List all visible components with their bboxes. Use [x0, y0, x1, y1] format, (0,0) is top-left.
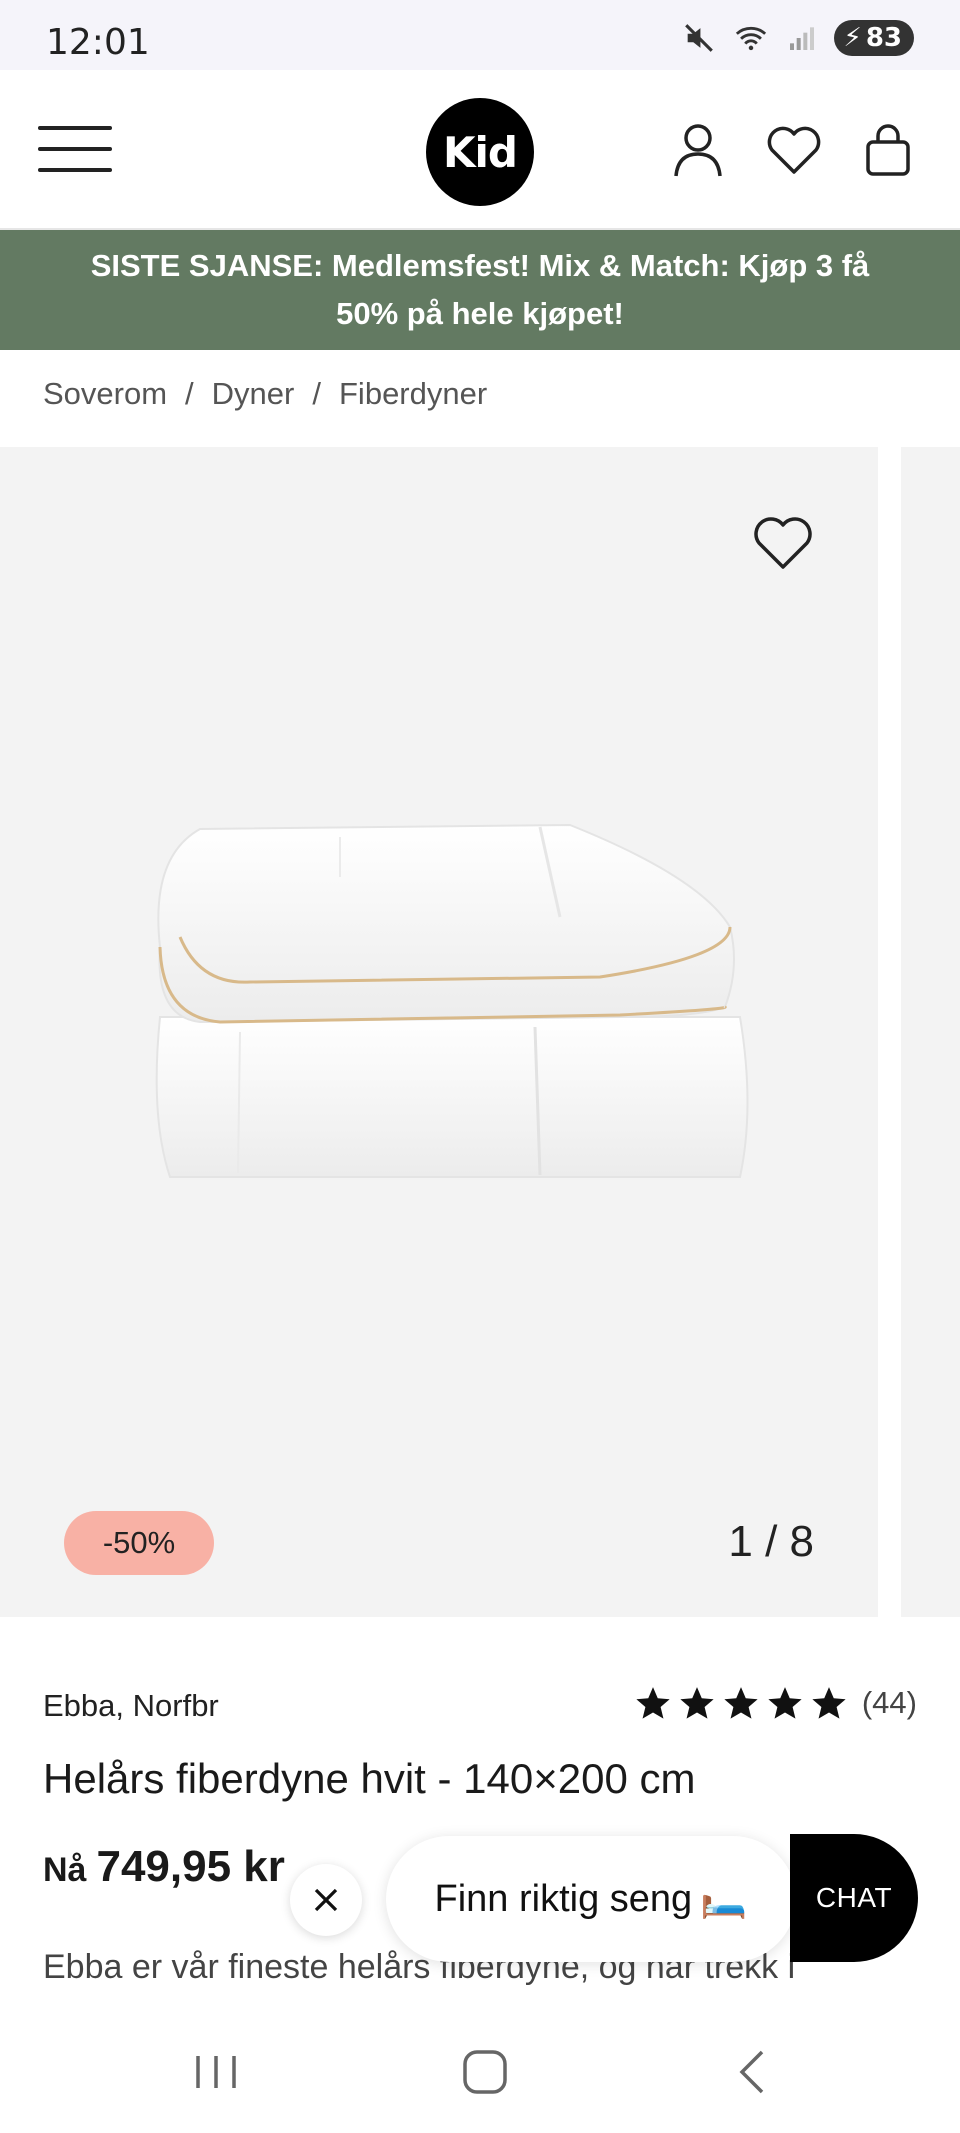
site-header: Kid [0, 70, 960, 230]
review-count: (44) [861, 1685, 917, 1720]
next-image-peek[interactable] [901, 447, 960, 1617]
breadcrumb-item[interactable]: Dyner [212, 376, 295, 412]
product-price: Nå 749,95 kr [43, 1842, 295, 1892]
logo[interactable]: Kid [426, 98, 534, 206]
bed-icon: 🛏️ [700, 1878, 748, 1920]
product-brand[interactable]: Ebba, Norfbr [43, 1688, 219, 1724]
star-icon [812, 1687, 846, 1719]
breadcrumb-item[interactable]: Fiberdyner [339, 376, 487, 412]
product-image [155, 823, 749, 1178]
star-icon [768, 1687, 802, 1719]
home-icon[interactable] [455, 2042, 515, 2102]
menu-icon-line [38, 147, 112, 151]
chat-prompt[interactable]: Finn riktig seng 🛏️ [386, 1836, 796, 1962]
breadcrumb-separator: / [312, 376, 321, 411]
bag-icon[interactable] [858, 120, 918, 180]
close-chat-prompt-button[interactable] [290, 1864, 362, 1936]
image-counter: 1 / 8 [728, 1517, 814, 1566]
promo-banner[interactable]: SISTE SJANSE: Medlemsfest! Mix & Match: … [0, 230, 960, 350]
bolt-icon: ⚡ [843, 23, 862, 53]
product-gallery[interactable]: -50% 1 / 8 [0, 447, 878, 1617]
status-icons: ⚡ 83 [682, 20, 914, 56]
favorite-heart-icon[interactable] [752, 515, 814, 571]
user-icon[interactable] [668, 120, 728, 180]
close-icon [314, 1888, 338, 1912]
menu-button[interactable] [38, 124, 114, 174]
breadcrumb-item[interactable]: Soverom [43, 376, 167, 412]
battery-icon: ⚡ 83 [833, 20, 914, 56]
status-bar: 12:01 ⚡ 83 [0, 0, 960, 70]
breadcrumb-separator: / [185, 376, 194, 411]
promo-text: SISTE SJANSE: Medlemsfest! Mix & Match: … [90, 248, 870, 331]
wishlist-heart-icon[interactable] [764, 120, 824, 180]
star-icon [680, 1687, 714, 1719]
menu-icon-line [38, 126, 112, 130]
back-icon[interactable] [724, 2042, 784, 2102]
star-icon [724, 1687, 758, 1719]
wifi-icon [735, 26, 766, 51]
product-title: Helårs fiberdyne hvit - 140×200 cm [43, 1755, 696, 1802]
recent-apps-icon[interactable] [186, 2042, 246, 2102]
discount-badge: -50% [64, 1511, 214, 1575]
mute-icon [684, 24, 713, 52]
status-time: 12:01 [46, 22, 150, 63]
menu-icon-line [38, 168, 112, 172]
price-amount: 749,95 kr [96, 1842, 285, 1891]
product-rating[interactable]: (44) [634, 1684, 917, 1722]
battery-level: 83 [865, 23, 902, 53]
price-prefix: Nå [43, 1851, 87, 1889]
breadcrumb: Soverom / Dyner / Fiberdyner [43, 376, 487, 412]
system-nav-bar [0, 2006, 960, 2133]
chat-button[interactable]: CHAT [790, 1834, 918, 1962]
signal-icon [789, 27, 814, 50]
star-icon [636, 1687, 670, 1719]
chat-prompt-text: Finn riktig seng [434, 1877, 693, 1920]
